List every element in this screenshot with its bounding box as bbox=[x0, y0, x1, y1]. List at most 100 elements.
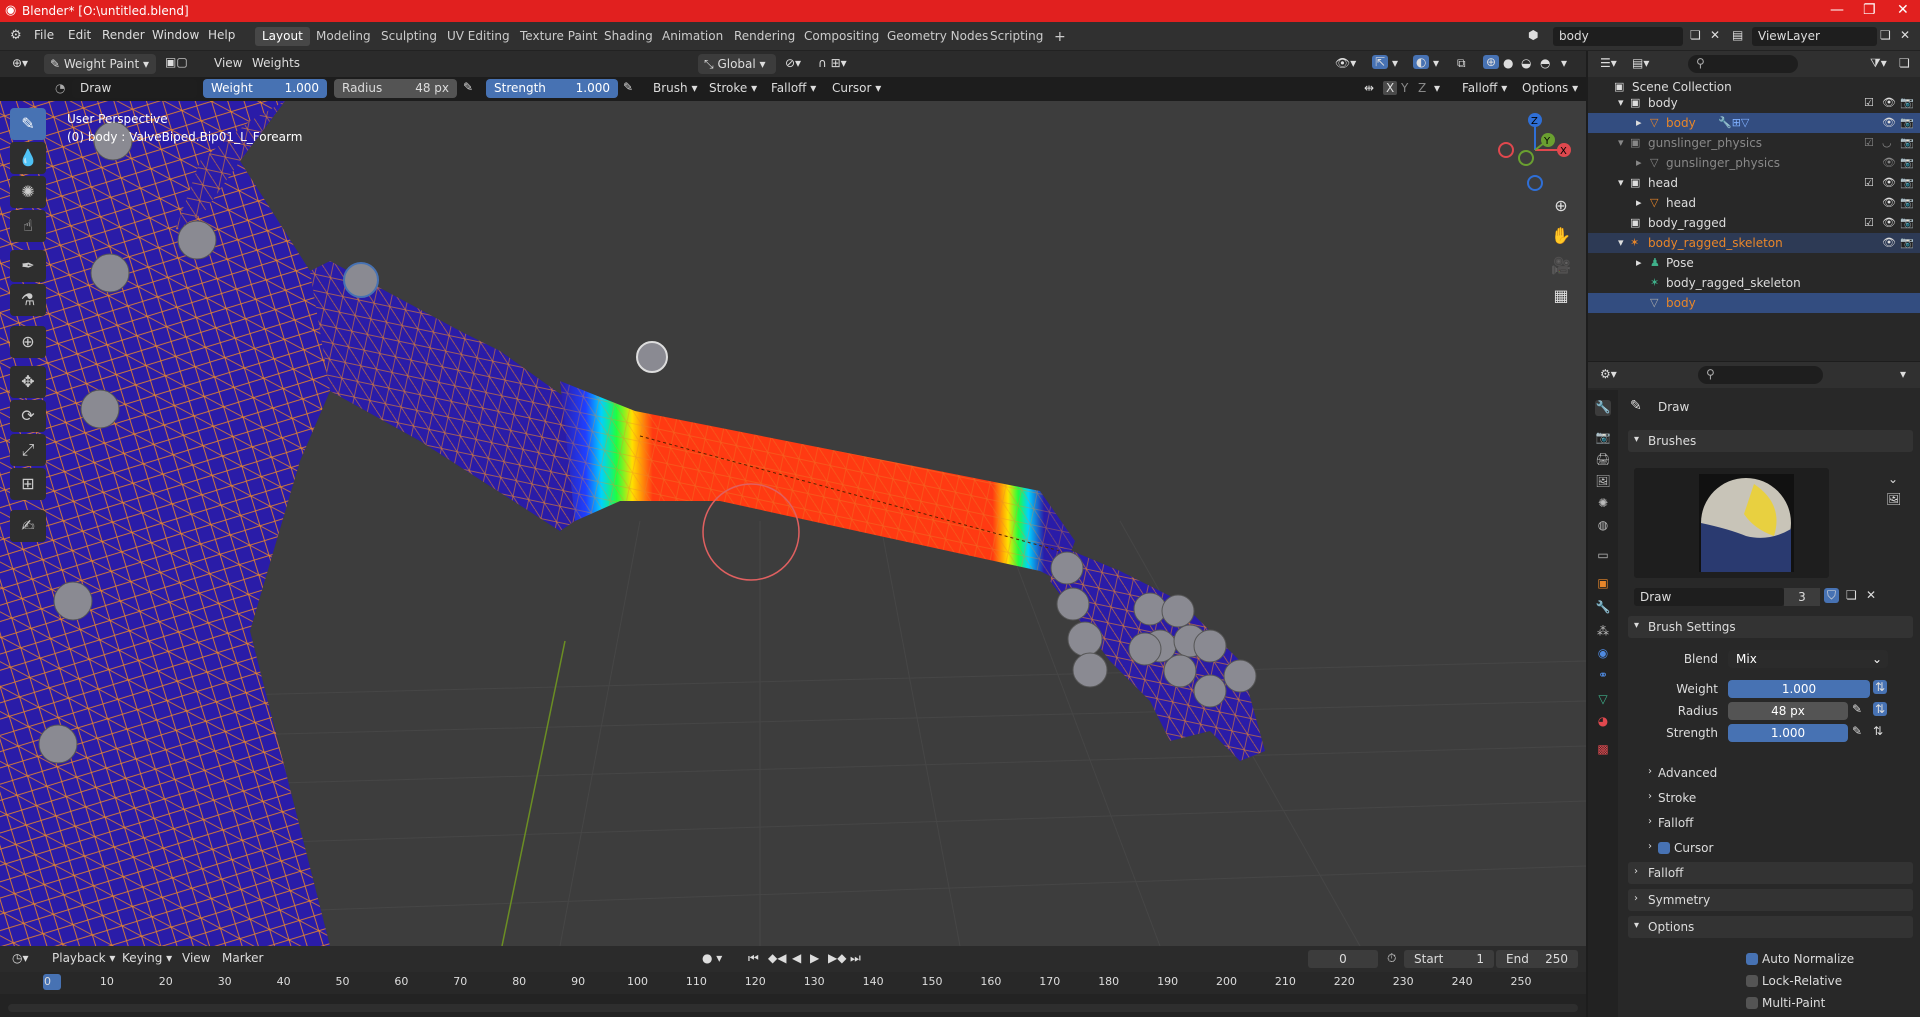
duplicate-scene-icon[interactable]: ❏ bbox=[1690, 28, 1701, 42]
cursor-tool-icon[interactable]: ⊕ bbox=[10, 326, 46, 358]
lock-relative-checkbox[interactable] bbox=[1746, 975, 1758, 987]
end-frame-field[interactable]: End 250 bbox=[1496, 950, 1578, 968]
camera-view-icon[interactable]: 🎥 bbox=[1547, 252, 1575, 280]
strength-pressure-icon[interactable]: ✎ bbox=[623, 80, 633, 94]
outliner-row[interactable]: ▾ ▣ gunslinger_physics ☑ ◡ 📷 bbox=[1588, 133, 1920, 153]
data-tab-icon[interactable]: ▽ bbox=[1595, 692, 1611, 708]
object-tab-icon[interactable]: ▣ bbox=[1595, 576, 1611, 592]
options-panel-header[interactable]: ▾ Options bbox=[1628, 916, 1913, 938]
3d-viewport[interactable] bbox=[0, 101, 1586, 946]
keying-menu[interactable]: Keying ▾ bbox=[122, 951, 172, 965]
tab-texture-paint[interactable]: Texture Paint bbox=[513, 27, 604, 46]
overlay-toggle-icon[interactable]: ▣▢ bbox=[165, 55, 188, 69]
outliner-row[interactable]: ▾ ▣ head ☑ 👁 📷 bbox=[1588, 173, 1920, 193]
tab-layout[interactable]: Layout bbox=[255, 27, 310, 46]
constraints-tab-icon[interactable]: ⚭ bbox=[1595, 668, 1611, 684]
cursor-dropdown[interactable]: Cursor ▾ bbox=[832, 81, 881, 95]
shading-dropdown-icon[interactable]: ▾ bbox=[1561, 56, 1567, 70]
unlink-brush-icon[interactable]: ✕ bbox=[1866, 588, 1876, 602]
tab-modeling[interactable]: Modeling bbox=[309, 27, 378, 46]
falloff-panel-header[interactable]: › Falloff bbox=[1628, 862, 1913, 884]
symmetry-panel-header[interactable]: › Symmetry bbox=[1628, 889, 1913, 911]
tab-animation[interactable]: Animation bbox=[655, 27, 730, 46]
cursor-checkbox[interactable] bbox=[1658, 842, 1670, 854]
outliner-row[interactable]: ▸ ▽ body 🔧⊞▽ 👁 📷 bbox=[1588, 113, 1920, 133]
tab-compositing[interactable]: Compositing bbox=[797, 27, 886, 46]
expand-icon[interactable]: ▸ bbox=[1636, 256, 1642, 269]
scene-field[interactable]: body bbox=[1553, 27, 1683, 46]
mirror-z-toggle[interactable]: Z bbox=[1418, 81, 1426, 95]
view-layer-icon[interactable]: ▤ bbox=[1732, 28, 1743, 42]
brush-settings-panel-header[interactable]: ▾ Brush Settings bbox=[1628, 616, 1913, 638]
camera-icon[interactable]: 📷 bbox=[1900, 176, 1914, 189]
material-shading-icon[interactable]: ◒ bbox=[1521, 56, 1531, 70]
radius-slider[interactable]: 48 px bbox=[1728, 702, 1848, 720]
outliner-row[interactable]: ✶ body_ragged_skeleton bbox=[1588, 273, 1920, 293]
mirror-x-toggle[interactable]: X bbox=[1383, 81, 1398, 95]
play-icon[interactable]: ▶ bbox=[810, 951, 819, 965]
checkbox-icon[interactable]: ☑ bbox=[1864, 96, 1874, 109]
navigation-gizmo[interactable]: Z X Y bbox=[1490, 108, 1580, 198]
outliner-search-input[interactable]: ⚲ bbox=[1688, 55, 1798, 73]
eye-icon[interactable]: 👁 bbox=[1882, 236, 1896, 249]
view-layer-field[interactable]: ViewLayer bbox=[1752, 27, 1877, 46]
brush-users-count[interactable]: 3 bbox=[1784, 588, 1820, 606]
transform-orientation[interactable]: ⤡ Global ▾ bbox=[698, 54, 776, 74]
playback-menu[interactable]: Playback ▾ bbox=[52, 951, 115, 965]
outliner-row[interactable]: ▸ ♟ Pose bbox=[1588, 253, 1920, 273]
outliner-row[interactable]: ▾ ✶ body_ragged_skeleton 👁 📷 bbox=[1588, 233, 1920, 253]
camera-icon[interactable]: 📷 bbox=[1900, 96, 1914, 109]
scene-tab-icon[interactable]: ✺ bbox=[1595, 496, 1611, 512]
eye-icon[interactable]: 👁 bbox=[1882, 176, 1896, 189]
weight-slider[interactable]: 1.000 bbox=[1728, 680, 1870, 698]
annotate-tool-icon[interactable]: ✍ bbox=[10, 510, 46, 542]
transform-tool-icon[interactable]: ⊞ bbox=[10, 468, 46, 500]
editor-type-icon[interactable]: ⚙ bbox=[10, 28, 22, 43]
remove-scene-icon[interactable]: ✕ bbox=[1710, 28, 1720, 42]
zoom-icon[interactable]: ⊕ bbox=[1547, 192, 1575, 220]
brush-name-field[interactable]: Draw bbox=[72, 79, 197, 98]
wireframe-shading-icon[interactable]: ⊕ bbox=[1483, 55, 1500, 69]
fake-user-shield-icon[interactable]: ⛉ bbox=[1824, 588, 1840, 603]
jump-start-icon[interactable]: ⏮ bbox=[748, 951, 759, 966]
gizmo-dropdown-icon[interactable]: ▾ bbox=[1392, 56, 1398, 70]
strength-slider[interactable]: Strength 1.000 bbox=[486, 79, 618, 98]
mode-selector[interactable]: ✎ Weight Paint ▾ bbox=[44, 54, 156, 74]
stroke-dropdown[interactable]: Stroke ▾ bbox=[709, 81, 757, 95]
display-mode-icon[interactable]: ▤▾ bbox=[1632, 56, 1649, 70]
average-tool-icon[interactable]: ✺ bbox=[10, 176, 46, 208]
tab-sculpting[interactable]: Sculpting bbox=[374, 27, 444, 46]
particles-tab-icon[interactable]: ⁂ bbox=[1595, 624, 1611, 640]
advanced-subpanel[interactable]: Advanced bbox=[1658, 766, 1717, 780]
stopwatch-icon[interactable]: ⏱ bbox=[1387, 951, 1396, 966]
tab-rendering[interactable]: Rendering bbox=[727, 27, 802, 46]
world-tab-icon[interactable]: ◍ bbox=[1595, 518, 1611, 534]
solid-shading-icon[interactable]: ● bbox=[1503, 56, 1513, 70]
remove-view-layer-icon[interactable]: ✕ bbox=[1900, 28, 1910, 42]
marker-menu[interactable]: Marker bbox=[222, 951, 263, 965]
falloff-subpanel[interactable]: Falloff bbox=[1658, 816, 1693, 830]
expand-icon[interactable]: ▸ bbox=[1636, 156, 1642, 169]
cursor-subpanel[interactable]: Cursor bbox=[1674, 841, 1713, 855]
collection-tab-icon[interactable]: ▭ bbox=[1595, 548, 1611, 564]
expand-icon[interactable]: ▾ bbox=[1618, 136, 1624, 149]
smear-tool-icon[interactable]: ☝ bbox=[10, 210, 46, 242]
brush-image-icon[interactable]: 🖼 bbox=[1886, 492, 1901, 506]
properties-editor-icon[interactable]: ⚙▾ bbox=[1600, 367, 1617, 381]
expand-icon[interactable]: ▾ bbox=[1618, 96, 1624, 109]
scene-icon[interactable]: ⬢ bbox=[1528, 28, 1538, 42]
camera-icon[interactable]: 📷 bbox=[1900, 196, 1914, 209]
stroke-subpanel[interactable]: Stroke bbox=[1658, 791, 1696, 805]
tab-scripting[interactable]: Scripting bbox=[983, 27, 1050, 46]
sample-weight-icon[interactable]: ✒ bbox=[10, 250, 46, 282]
snap-icon[interactable]: ∩ ⊞▾ bbox=[818, 56, 847, 70]
scale-tool-icon[interactable]: ⤢ bbox=[10, 434, 46, 466]
rendered-shading-icon[interactable]: ◓ bbox=[1540, 56, 1550, 70]
outliner-row[interactable]: ▽ body bbox=[1588, 293, 1920, 313]
filter-icon[interactable]: ⧩▾ bbox=[1870, 56, 1887, 71]
gizmo-toggle-icon[interactable]: ⇱ bbox=[1372, 55, 1389, 69]
pivot-icon[interactable]: ⊘▾ bbox=[785, 56, 801, 70]
timeline-editor-icon[interactable]: ◷▾ bbox=[12, 951, 29, 965]
play-reverse-icon[interactable]: ◀ bbox=[792, 951, 801, 965]
menu-edit[interactable]: Edit bbox=[68, 28, 91, 42]
